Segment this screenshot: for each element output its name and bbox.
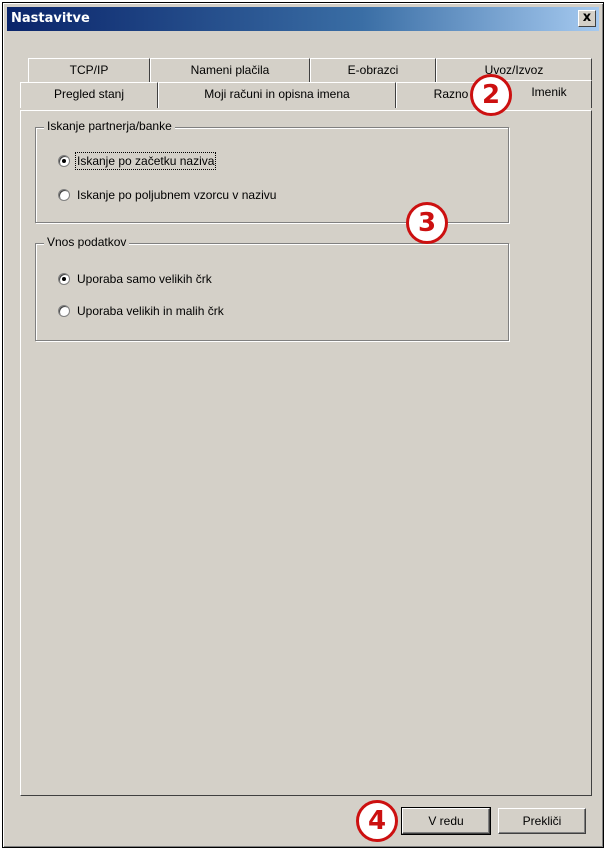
- tab-e-obrazci[interactable]: E-obrazci: [310, 58, 436, 82]
- tab-tcpip[interactable]: TCP/IP: [28, 58, 150, 82]
- radio-button[interactable]: [58, 305, 70, 317]
- search-group-title: Iskanje partnerja/banke: [44, 119, 175, 133]
- title-bar: Nastavitve x: [7, 7, 599, 31]
- radio-button-checked[interactable]: [58, 155, 70, 167]
- close-button[interactable]: x: [578, 10, 596, 27]
- input-groupbox: Vnos podatkov Uporaba samo velikih črk U…: [35, 235, 509, 341]
- callout-marker-2: 2: [470, 74, 512, 116]
- tab-pregled-stanj[interactable]: Pregled stanj: [20, 82, 158, 108]
- ok-button[interactable]: V redu: [401, 807, 491, 835]
- radio-search-prefix[interactable]: Iskanje po začetku naziva: [58, 152, 217, 170]
- tab-imenik[interactable]: Imenik: [506, 80, 592, 108]
- tab-uvoz-izvoz[interactable]: Uvoz/Izvoz: [436, 58, 592, 82]
- radio-label: Uporaba velikih in malih črk: [77, 304, 224, 318]
- callout-marker-4: 4: [356, 800, 398, 842]
- imenik-panel: Iskanje partnerja/banke Iskanje po začet…: [20, 110, 592, 796]
- cancel-button[interactable]: Prekliči: [498, 808, 586, 834]
- radio-label: Uporaba samo velikih črk: [77, 272, 212, 286]
- radio-label: Iskanje po poljubnem vzorcu v nazivu: [77, 188, 277, 202]
- radio-uppercase-only[interactable]: Uporaba samo velikih črk: [58, 272, 212, 286]
- radio-button-checked[interactable]: [58, 273, 70, 285]
- tab-moji-racuni[interactable]: Moji računi in opisna imena: [158, 82, 396, 108]
- radio-mixed-case[interactable]: Uporaba velikih in malih črk: [58, 304, 224, 318]
- input-group-title: Vnos podatkov: [44, 235, 130, 249]
- callout-marker-3: 3: [406, 202, 448, 244]
- tab-nameni-placila[interactable]: Nameni plačila: [150, 58, 310, 82]
- window-title: Nastavitve: [11, 11, 90, 26]
- radio-button[interactable]: [58, 189, 70, 201]
- radio-search-pattern[interactable]: Iskanje po poljubnem vzorcu v nazivu: [58, 188, 276, 202]
- radio-label: Iskanje po začetku naziva: [74, 152, 217, 170]
